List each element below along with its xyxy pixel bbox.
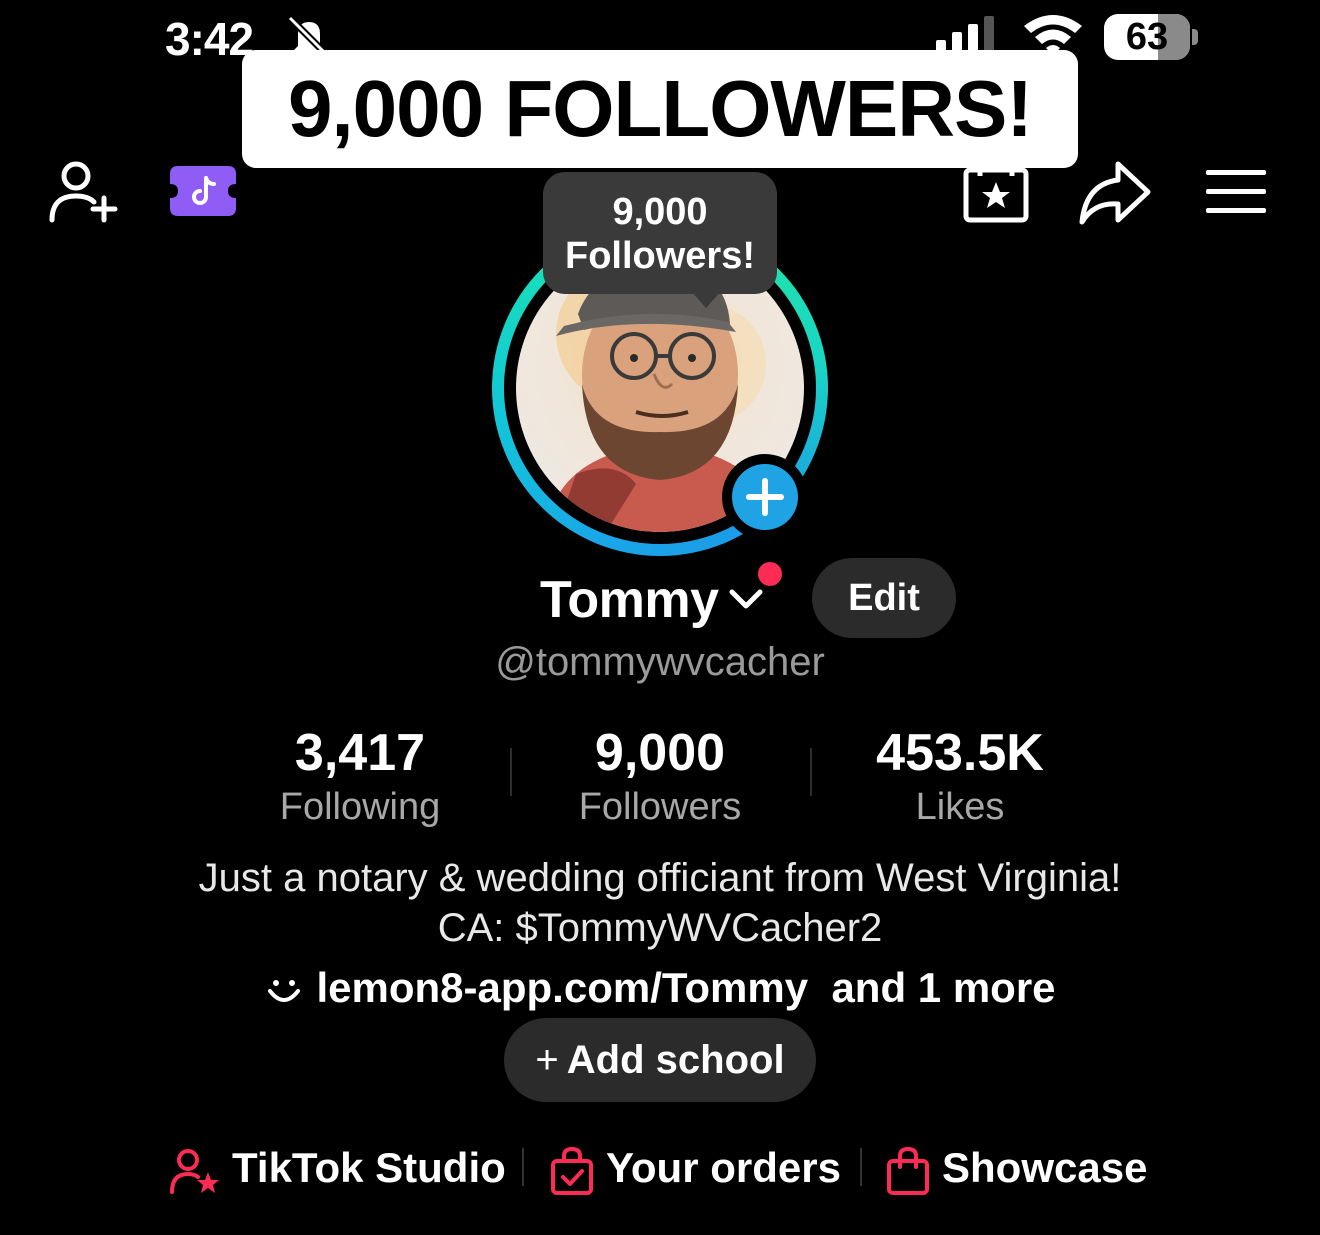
bio-line-2: CA: $TommyWVCacher2 (437, 906, 883, 950)
stat-value: 9,000 (594, 724, 726, 782)
add-school-button[interactable]: + Add school (504, 1018, 816, 1102)
stat-following[interactable]: 3,417 Following (210, 724, 510, 832)
stat-label: Likes (915, 786, 1005, 828)
battery-indicator: 63 (1104, 14, 1190, 60)
stat-label: Following (279, 786, 441, 828)
add-story-button[interactable] (722, 454, 808, 540)
tooltip-line-1: 9,000 (612, 191, 708, 233)
bio-line-1: Just a notary & wedding officiant from W… (198, 856, 1122, 900)
edit-profile-button[interactable]: Edit (812, 558, 956, 638)
battery-tip (1192, 29, 1198, 45)
battery-percent: 63 (1125, 16, 1169, 58)
bio-link-row[interactable]: lemon8-app.com/Tommy and 1 more (0, 964, 1320, 1012)
tooltip-tail (690, 290, 722, 308)
stat-label: Followers (578, 786, 742, 828)
tool-divider (522, 1148, 524, 1186)
add-friend-icon[interactable] (48, 158, 120, 224)
signal-icon (936, 16, 994, 52)
stat-followers[interactable]: 9,000 Followers (510, 724, 810, 832)
showcase-bag-icon (887, 1146, 929, 1195)
followers-milestone-tooltip: 9,000 Followers! (543, 172, 777, 294)
chevron-down-icon[interactable] (726, 584, 766, 614)
display-name[interactable]: Tommy (540, 570, 719, 630)
ticket-icon[interactable] (170, 166, 236, 216)
menu-icon[interactable] (1206, 166, 1266, 218)
add-school-label: Add school (566, 1038, 785, 1082)
tooltip-line-2: Followers! (564, 235, 756, 277)
add-story-circle (732, 464, 798, 530)
plus-icon: + (535, 1038, 559, 1082)
tool-divider (860, 1148, 862, 1186)
tool-label: Showcase (942, 1144, 1148, 1191)
caption-banner: 9,000 FOLLOWERS! (242, 50, 1078, 168)
bio-link[interactable]: lemon8-app.com/Tommy (316, 964, 808, 1011)
stat-likes[interactable]: 453.5K Likes (810, 724, 1110, 832)
share-icon[interactable] (1078, 160, 1152, 226)
status-time: 3:42 (165, 13, 254, 65)
tool-label: TikTok Studio (232, 1144, 506, 1191)
calendar-star-icon[interactable] (962, 162, 1030, 224)
tool-label: Your orders (606, 1144, 841, 1191)
stat-value: 3,417 (294, 724, 426, 782)
showcase-link[interactable]: Showcase (886, 1140, 1147, 1196)
orders-bag-icon (551, 1146, 593, 1195)
studio-icon (170, 1148, 219, 1194)
tiktok-studio-link[interactable]: TikTok Studio (170, 1140, 506, 1196)
smile-link-icon (268, 979, 301, 1002)
bio-link-more[interactable]: and 1 more (831, 964, 1055, 1011)
plus-icon (746, 478, 784, 516)
notification-dot (758, 562, 782, 586)
stat-value: 453.5K (876, 724, 1044, 782)
username-handle: @tommywvcacher (495, 640, 825, 684)
your-orders-link[interactable]: Your orders (550, 1140, 841, 1196)
